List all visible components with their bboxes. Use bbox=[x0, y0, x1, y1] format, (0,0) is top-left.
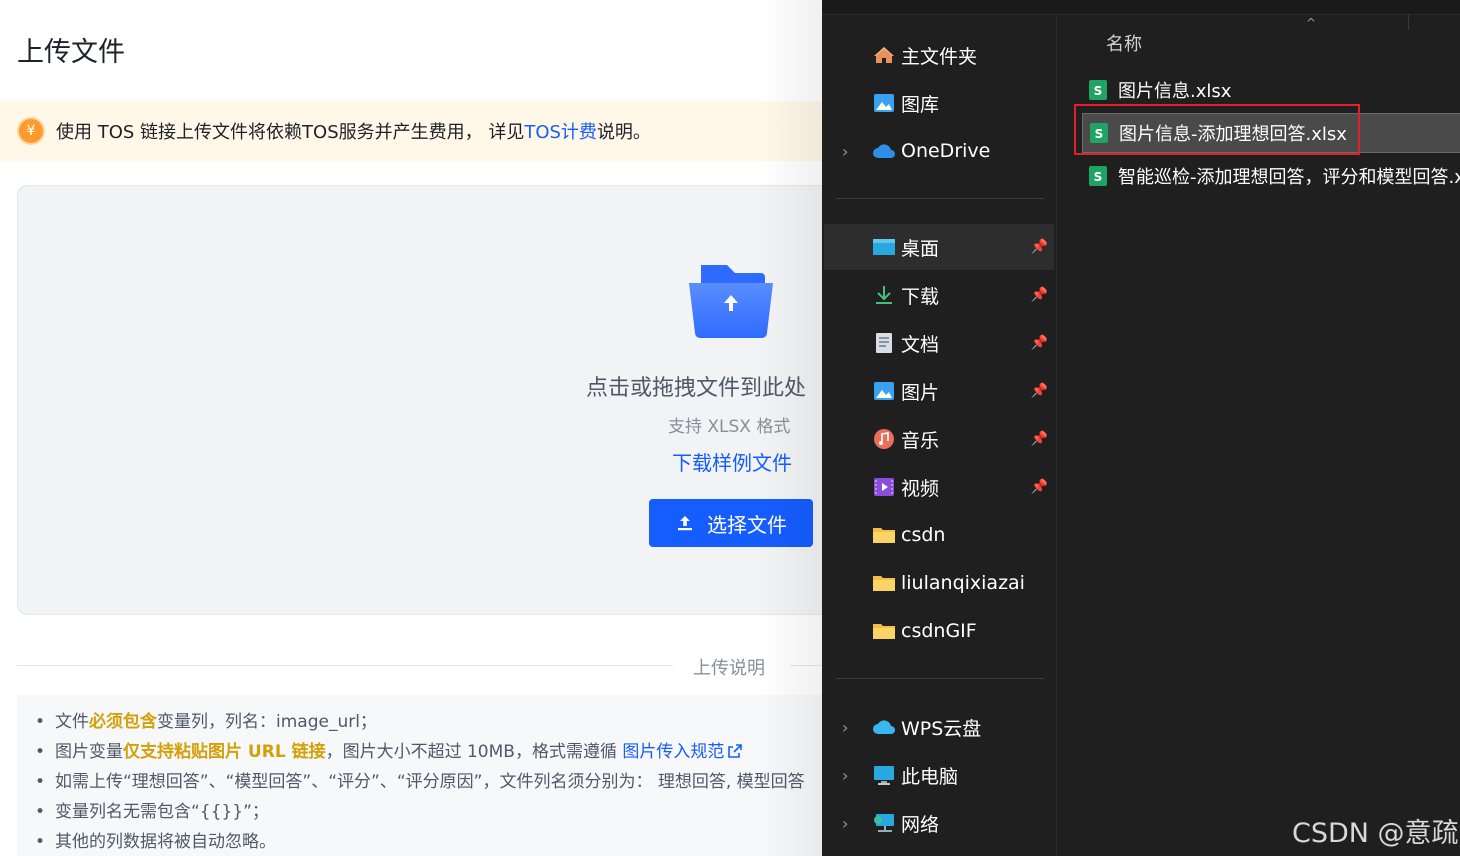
file-row[interactable]: S 智能巡检-添加理想回答，评分和模型回答.xlsx bbox=[1082, 156, 1460, 196]
notice-text: 使用 TOS 链接上传文件将依赖TOS服务并产生费用， 详见 bbox=[56, 122, 525, 143]
file-row-selected[interactable]: S 图片信息-添加理想回答.xlsx bbox=[1082, 113, 1460, 153]
network-icon bbox=[872, 811, 896, 835]
image-spec-link[interactable]: 图片传入规范 bbox=[622, 742, 724, 762]
video-icon bbox=[872, 475, 896, 499]
picture-icon bbox=[872, 379, 896, 403]
upload-page: 上传文件 ¥ 使用 TOS 链接上传文件将依赖TOS服务并产生费用， 详见 TO… bbox=[0, 0, 822, 856]
svg-text:S: S bbox=[1094, 84, 1103, 98]
cloud-icon bbox=[872, 139, 896, 163]
choose-file-label: 选择文件 bbox=[707, 512, 787, 537]
nav-item-home[interactable]: 主文件夹 bbox=[824, 32, 1054, 78]
explorer-top-bar bbox=[822, 0, 1460, 15]
file-explorer-window: 主文件夹 图库 › OneDrive 桌面 📌 下载 📌 文档 📌 图片 📌 音… bbox=[822, 0, 1460, 856]
pin-icon[interactable]: 📌 bbox=[1031, 335, 1048, 351]
pin-icon[interactable]: 📌 bbox=[1031, 239, 1048, 255]
gallery-icon bbox=[872, 91, 896, 115]
choose-file-button[interactable]: 选择文件 bbox=[649, 499, 813, 547]
nav-item-this-pc[interactable]: › 此电脑 bbox=[824, 752, 1054, 798]
divider-right bbox=[790, 665, 822, 666]
pin-icon[interactable]: 📌 bbox=[1031, 287, 1048, 303]
note-item: 文件必须包含变量列，列名：image_url； bbox=[35, 707, 805, 737]
chevron-right-icon[interactable]: › bbox=[842, 814, 848, 833]
note-item: 图片变量仅支持粘贴图片 URL 链接，图片大小不超过 10MB，格式需遵循 图片… bbox=[35, 737, 805, 767]
xlsx-file-icon: S bbox=[1090, 123, 1108, 143]
watermark: CSDN @意疏 bbox=[1292, 818, 1459, 849]
file-row[interactable]: S 图片信息.xlsx bbox=[1082, 70, 1460, 110]
nav-item-pictures[interactable]: 图片 📌 bbox=[824, 368, 1054, 414]
format-hint: 支持 XLSX 格式 bbox=[668, 417, 791, 437]
nav-item-onedrive[interactable]: › OneDrive bbox=[824, 128, 1054, 174]
file-list: ^ 名称 S 图片信息.xlsx S 图片信息-添加理想回答.xlsx S 智能… bbox=[1058, 14, 1460, 856]
upload-icon bbox=[678, 516, 692, 531]
external-link-icon bbox=[728, 744, 743, 758]
notice-text-end: 说明。 bbox=[596, 122, 651, 143]
column-header-name[interactable]: 名称 bbox=[1106, 30, 1142, 56]
svg-text:S: S bbox=[1095, 127, 1104, 141]
nav-item-wps-cloud[interactable]: › WPS云盘 bbox=[824, 704, 1054, 750]
download-sample-link[interactable]: 下载样例文件 bbox=[672, 447, 792, 476]
sort-ascending-icon: ^ bbox=[1306, 16, 1317, 30]
column-divider bbox=[1408, 14, 1409, 30]
page-title: 上传文件 bbox=[17, 37, 125, 68]
nav-separator bbox=[836, 678, 1044, 679]
nav-item-gallery[interactable]: 图库 bbox=[824, 80, 1054, 126]
nav-item-folder-liulanqixiazai[interactable]: liulanqixiazai bbox=[824, 560, 1054, 606]
nav-item-folder-csdn[interactable]: csdn bbox=[824, 512, 1054, 558]
upload-notes: 文件必须包含变量列，列名：image_url； 图片变量仅支持粘贴图片 URL … bbox=[17, 695, 822, 856]
tos-billing-link[interactable]: TOS计费 bbox=[524, 118, 597, 144]
document-icon bbox=[872, 331, 896, 355]
nav-separator bbox=[836, 198, 1044, 199]
note-item: 变量列名无需包含“{{}}”； bbox=[35, 797, 805, 827]
chevron-right-icon[interactable]: › bbox=[842, 766, 848, 785]
nav-item-network[interactable]: › 网络 bbox=[824, 800, 1054, 846]
folder-icon bbox=[872, 523, 896, 547]
note-item: 如需上传“理想回答”、“模型回答”、“评分”、“评分原因”，文件列名须分别为： … bbox=[35, 767, 805, 797]
note-item: 其他的列数据将被自动忽略。 bbox=[35, 827, 805, 856]
tos-notice-banner: ¥ 使用 TOS 链接上传文件将依赖TOS服务并产生费用， 详见 TOS计费 说… bbox=[0, 101, 822, 161]
nav-item-documents[interactable]: 文档 📌 bbox=[824, 320, 1054, 366]
folder-upload-icon bbox=[689, 265, 773, 338]
upload-notes-label: 上传说明 bbox=[693, 658, 765, 679]
chevron-right-icon[interactable]: › bbox=[842, 142, 848, 161]
folder-icon bbox=[872, 619, 896, 643]
svg-text:S: S bbox=[1094, 170, 1103, 184]
pin-icon[interactable]: 📌 bbox=[1031, 383, 1048, 399]
music-icon bbox=[872, 427, 896, 451]
nav-item-desktop[interactable]: 桌面 📌 bbox=[824, 224, 1054, 270]
divider-left bbox=[17, 665, 673, 666]
xlsx-file-icon: S bbox=[1089, 166, 1107, 186]
pin-icon[interactable]: 📌 bbox=[1031, 479, 1048, 495]
home-icon bbox=[872, 43, 896, 67]
computer-icon bbox=[872, 763, 896, 787]
desktop-icon bbox=[872, 235, 896, 259]
download-icon bbox=[872, 283, 896, 307]
folder-icon bbox=[872, 571, 896, 595]
pin-icon[interactable]: 📌 bbox=[1031, 431, 1048, 447]
cloud-icon bbox=[872, 715, 896, 739]
nav-item-folder-csdngif[interactable]: csdnGIF bbox=[824, 608, 1054, 654]
nav-item-downloads[interactable]: 下载 📌 bbox=[824, 272, 1054, 318]
yen-icon: ¥ bbox=[19, 119, 43, 143]
navigation-pane: 主文件夹 图库 › OneDrive 桌面 📌 下载 📌 文档 📌 图片 📌 音… bbox=[822, 14, 1057, 856]
nav-item-music[interactable]: 音乐 📌 bbox=[824, 416, 1054, 462]
dropzone-primary-text: 点击或拖拽文件到此处 bbox=[586, 376, 807, 401]
nav-item-videos[interactable]: 视频 📌 bbox=[824, 464, 1054, 510]
xlsx-file-icon: S bbox=[1089, 80, 1107, 100]
chevron-right-icon[interactable]: › bbox=[842, 718, 848, 737]
